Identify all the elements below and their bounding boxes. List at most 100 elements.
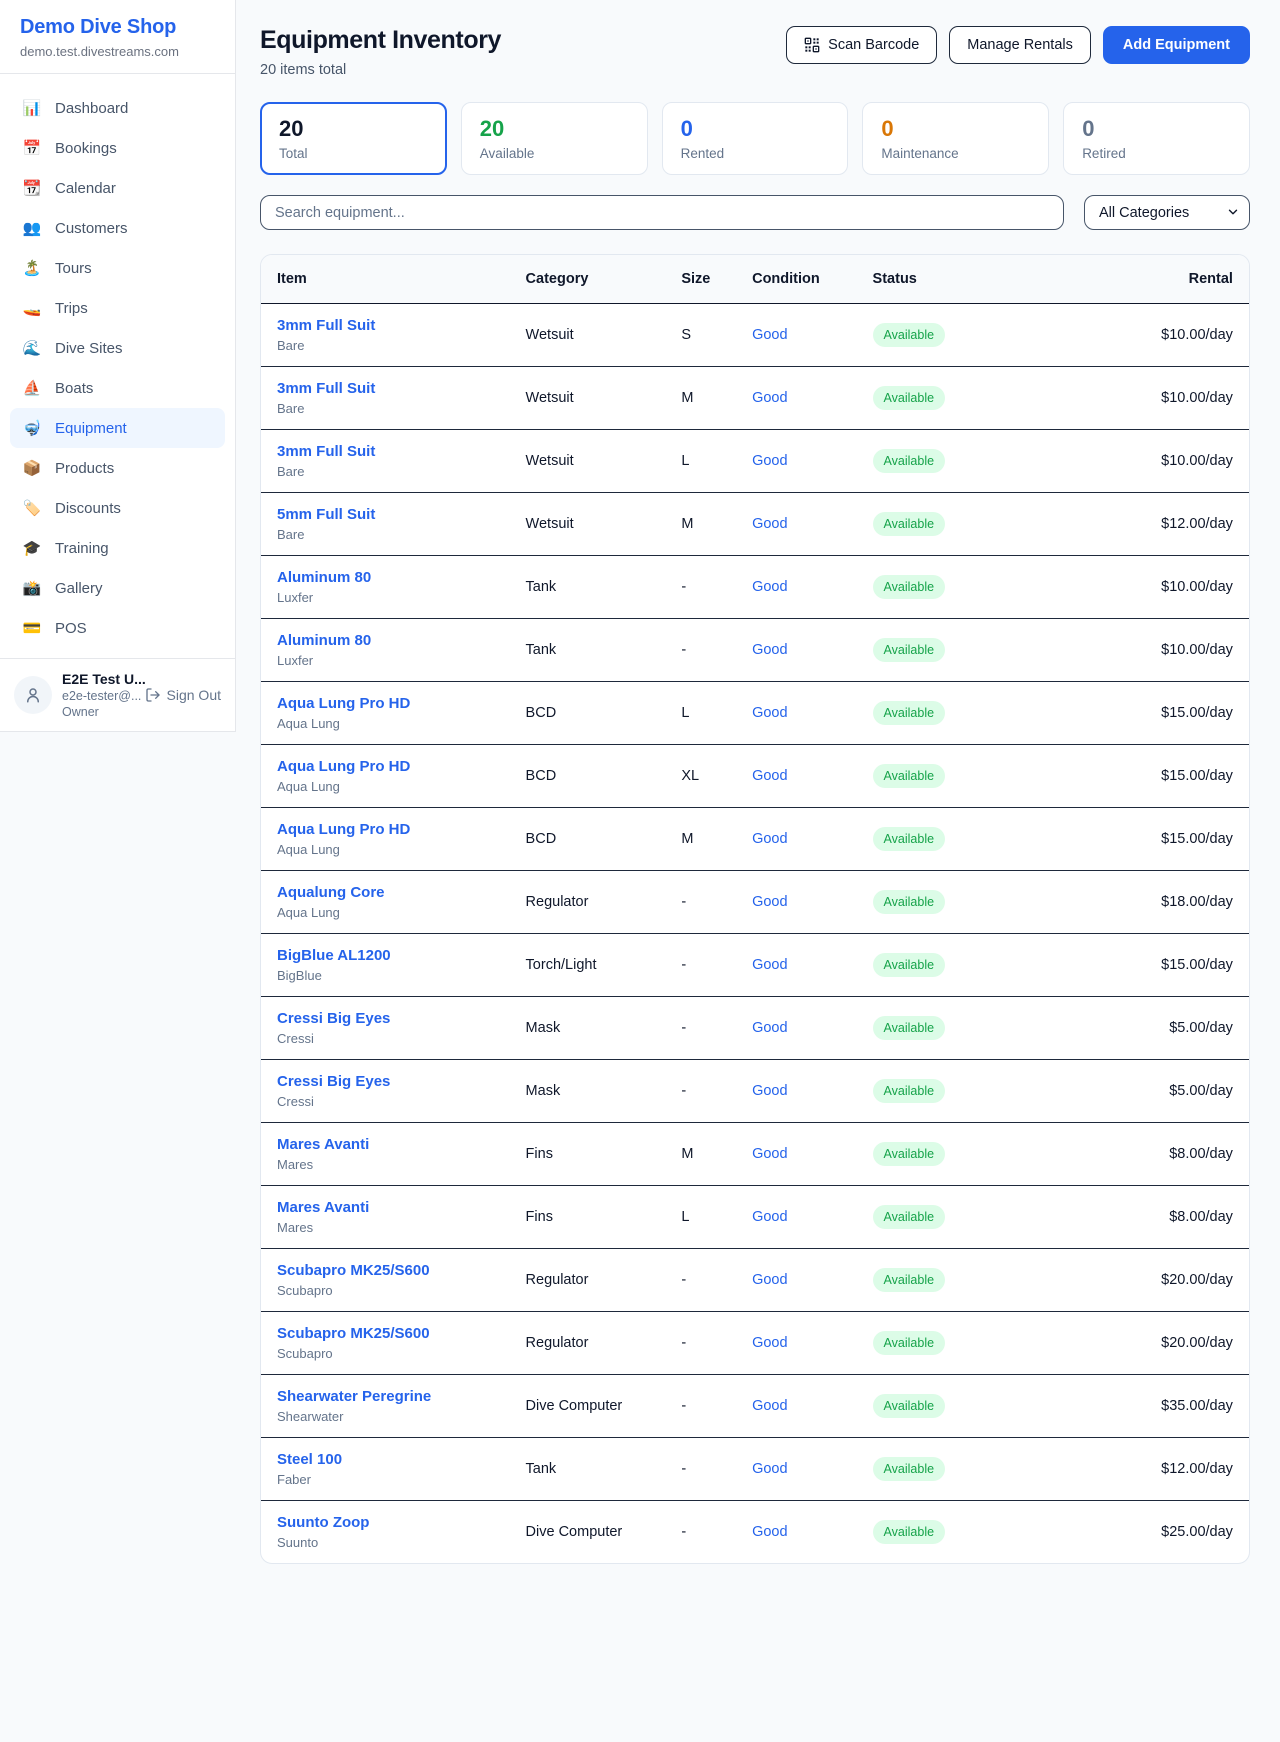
item-cell: 3mm Full Suit Bare: [277, 317, 526, 353]
condition-link[interactable]: Good: [752, 453, 872, 469]
sidebar-item-boats[interactable]: ⛵ Boats: [10, 368, 225, 408]
add-equipment-button[interactable]: Add Equipment: [1103, 26, 1250, 64]
item-name-link[interactable]: Shearwater Peregrine: [277, 1388, 526, 1405]
item-brand: Bare: [277, 401, 526, 416]
sidebar-item-equipment[interactable]: 🤿 Equipment: [10, 408, 225, 448]
item-name-link[interactable]: BigBlue AL1200: [277, 947, 526, 964]
condition-link[interactable]: Good: [752, 768, 872, 784]
item-name-link[interactable]: Aqua Lung Pro HD: [277, 758, 526, 775]
size-cell: -: [681, 1272, 752, 1288]
col-header-category: Category: [526, 271, 682, 287]
size-cell: L: [681, 453, 752, 469]
item-name-link[interactable]: Mares Avanti: [277, 1199, 526, 1216]
sidebar-item-calendar[interactable]: 📆 Calendar: [10, 168, 225, 208]
sidebar-item-training[interactable]: 🎓 Training: [10, 528, 225, 568]
item-name-link[interactable]: Cressi Big Eyes: [277, 1010, 526, 1027]
condition-link[interactable]: Good: [752, 390, 872, 406]
nav-label: Customers: [55, 220, 128, 237]
item-name-link[interactable]: 5mm Full Suit: [277, 506, 526, 523]
size-cell: -: [681, 579, 752, 595]
item-name-link[interactable]: Mares Avanti: [277, 1136, 526, 1153]
category-cell: Mask: [526, 1020, 682, 1036]
nav-label: Boats: [55, 380, 93, 397]
sidebar-item-tours[interactable]: 🏝️ Tours: [10, 248, 225, 288]
logout-icon: [145, 687, 161, 703]
size-cell: -: [681, 1083, 752, 1099]
sidebar-item-discounts[interactable]: 🏷️ Discounts: [10, 488, 225, 528]
item-cell: BigBlue AL1200 BigBlue: [277, 947, 526, 983]
sidebar-item-trips[interactable]: 🚤 Trips: [10, 288, 225, 328]
condition-link[interactable]: Good: [752, 516, 872, 532]
category-cell: Regulator: [526, 1272, 682, 1288]
item-brand: Luxfer: [277, 590, 526, 605]
sidebar-item-dive-sites[interactable]: 🌊 Dive Sites: [10, 328, 225, 368]
condition-link[interactable]: Good: [752, 894, 872, 910]
condition-link[interactable]: Good: [752, 957, 872, 973]
stat-label: Retired: [1082, 146, 1231, 161]
stat-card-total[interactable]: 20 Total: [260, 102, 447, 175]
sidebar-item-customers[interactable]: 👥 Customers: [10, 208, 225, 248]
condition-link[interactable]: Good: [752, 1398, 872, 1414]
page-title: Equipment Inventory: [260, 26, 501, 55]
table-row: Mares Avanti Mares Fins L Good Available…: [261, 1186, 1249, 1249]
sidebar-item-gallery[interactable]: 📸 Gallery: [10, 568, 225, 608]
condition-link[interactable]: Good: [752, 327, 872, 343]
item-name-link[interactable]: Scubapro MK25/S600: [277, 1262, 526, 1279]
items-total-text: 20 items total: [260, 62, 501, 78]
stat-value: 0: [681, 116, 830, 142]
item-brand: Bare: [277, 464, 526, 479]
item-name-link[interactable]: Aqua Lung Pro HD: [277, 821, 526, 838]
item-name-link[interactable]: Scubapro MK25/S600: [277, 1325, 526, 1342]
item-brand: Mares: [277, 1220, 526, 1235]
status-cell: Available: [873, 638, 1018, 662]
nav-label: POS: [55, 620, 87, 637]
condition-link[interactable]: Good: [752, 1083, 872, 1099]
brand-domain: demo.test.divestreams.com: [20, 44, 215, 59]
condition-link[interactable]: Good: [752, 1272, 872, 1288]
item-brand: Scubapro: [277, 1346, 526, 1361]
sidebar-item-products[interactable]: 📦 Products: [10, 448, 225, 488]
nav-item-icon: 📅: [22, 139, 42, 157]
item-name-link[interactable]: Aluminum 80: [277, 569, 526, 586]
condition-link[interactable]: Good: [752, 705, 872, 721]
condition-link[interactable]: Good: [752, 1146, 872, 1162]
item-name-link[interactable]: 3mm Full Suit: [277, 317, 526, 334]
sidebar-item-dashboard[interactable]: 📊 Dashboard: [10, 88, 225, 128]
search-input[interactable]: [260, 195, 1064, 230]
item-cell: Aqua Lung Pro HD Aqua Lung: [277, 758, 526, 794]
item-name-link[interactable]: 3mm Full Suit: [277, 380, 526, 397]
sign-out-button[interactable]: Sign Out: [145, 687, 221, 703]
condition-link[interactable]: Good: [752, 1209, 872, 1225]
sidebar-item-pos[interactable]: 💳 POS: [10, 608, 225, 648]
category-select[interactable]: All Categories: [1084, 195, 1250, 230]
item-name-link[interactable]: Aluminum 80: [277, 632, 526, 649]
condition-link[interactable]: Good: [752, 1335, 872, 1351]
item-name-link[interactable]: Suunto Zoop: [277, 1514, 526, 1531]
rental-cell: $5.00/day: [1018, 1020, 1233, 1036]
stat-card-maintenance[interactable]: 0 Maintenance: [862, 102, 1049, 175]
condition-link[interactable]: Good: [752, 1020, 872, 1036]
condition-link[interactable]: Good: [752, 831, 872, 847]
condition-link[interactable]: Good: [752, 1524, 872, 1540]
item-name-link[interactable]: Cressi Big Eyes: [277, 1073, 526, 1090]
item-name-link[interactable]: Steel 100: [277, 1451, 526, 1468]
item-name-link[interactable]: Aqua Lung Pro HD: [277, 695, 526, 712]
condition-link[interactable]: Good: [752, 579, 872, 595]
equipment-table: Item Category Size Condition Status Rent…: [260, 254, 1250, 1564]
item-name-link[interactable]: 3mm Full Suit: [277, 443, 526, 460]
condition-link[interactable]: Good: [752, 1461, 872, 1477]
size-cell: -: [681, 1020, 752, 1036]
user-box: E2E Test U... e2e-tester@... Owner Sign …: [0, 658, 235, 731]
stat-card-available[interactable]: 20 Available: [461, 102, 648, 175]
sidebar-item-bookings[interactable]: 📅 Bookings: [10, 128, 225, 168]
condition-link[interactable]: Good: [752, 642, 872, 658]
status-badge: Available: [873, 953, 946, 977]
stat-card-rented[interactable]: 0 Rented: [662, 102, 849, 175]
manage-rentals-button[interactable]: Manage Rentals: [949, 26, 1091, 64]
stat-card-retired[interactable]: 0 Retired: [1063, 102, 1250, 175]
scan-barcode-button[interactable]: Scan Barcode: [786, 26, 937, 64]
status-cell: Available: [873, 890, 1018, 914]
item-name-link[interactable]: Aqualung Core: [277, 884, 526, 901]
item-brand: Suunto: [277, 1535, 526, 1550]
table-row: Aqua Lung Pro HD Aqua Lung BCD XL Good A…: [261, 745, 1249, 808]
